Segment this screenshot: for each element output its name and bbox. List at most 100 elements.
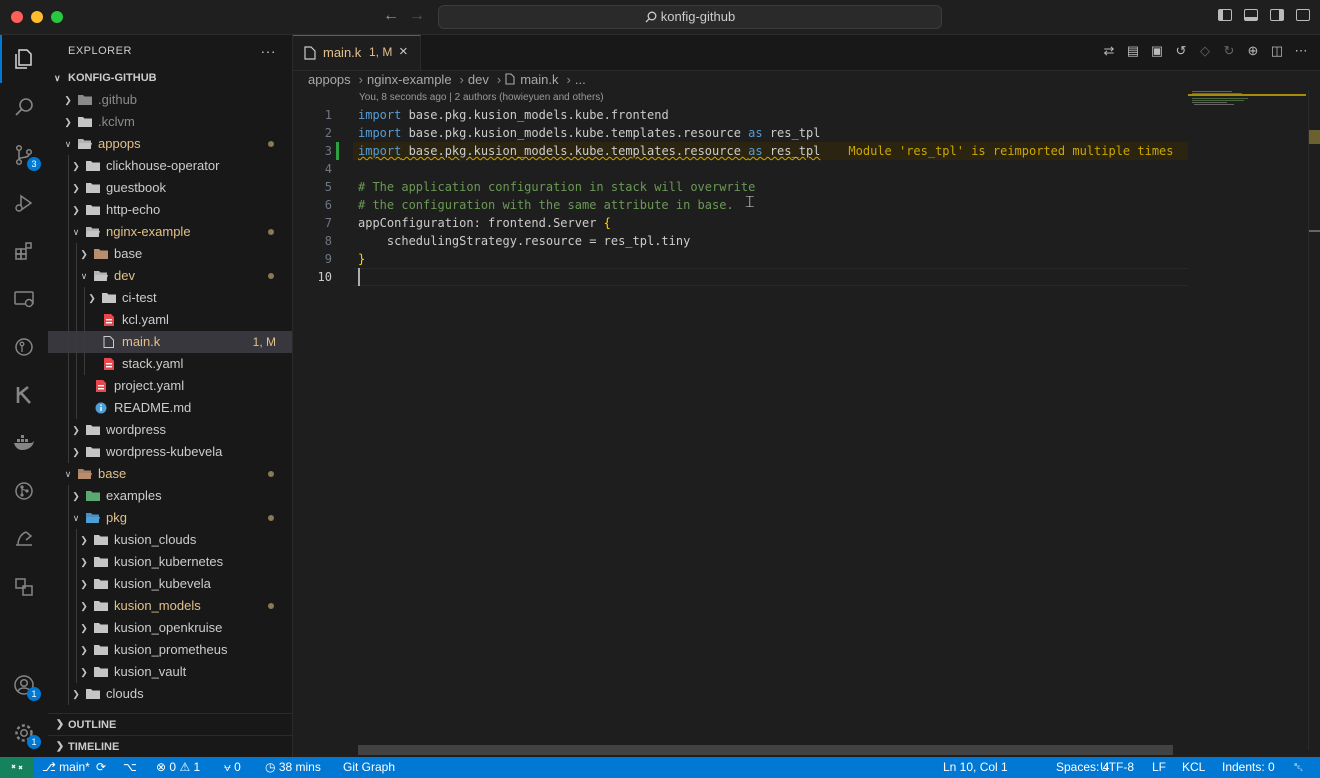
outline-section[interactable]: ❯ OUTLINE — [48, 713, 292, 736]
explorer-icon[interactable] — [0, 35, 48, 83]
tree-folder[interactable]: ❯ kusion_models — [48, 595, 292, 617]
open-preview-icon[interactable]: ▣ — [1150, 44, 1164, 58]
ports-status[interactable]: ⩝ 0 — [224, 757, 241, 778]
search-icon[interactable] — [0, 83, 48, 131]
tree-file[interactable]: project.yaml — [48, 375, 292, 397]
gitlens-inspect-icon[interactable]: ⊕ — [1246, 44, 1260, 58]
problems-status[interactable]: ⊗ 0 ⚠ 1 — [156, 757, 200, 778]
gitlens-icon[interactable] — [0, 323, 48, 371]
git-graph-icon[interactable] — [0, 467, 48, 515]
more-actions-button[interactable]: ··· — [261, 35, 277, 67]
language-mode-status[interactable]: KCL — [1182, 757, 1205, 778]
code-line: import base.pkg.kusion_models.kube.templ… — [358, 142, 1174, 160]
next-change-icon[interactable]: ↻ — [1222, 44, 1236, 58]
toggle-primary-sidebar-icon[interactable] — [1218, 9, 1232, 21]
source-control-icon[interactable]: 3 — [0, 131, 48, 179]
remote-indicator-button[interactable] — [0, 757, 34, 778]
open-changes-icon[interactable]: ▤ — [1126, 44, 1140, 58]
tree-folder[interactable]: ∨ pkg — [48, 507, 292, 529]
tree-folder[interactable]: ❯ kusion_kubernetes — [48, 551, 292, 573]
eol-status[interactable]: LF — [1152, 757, 1166, 778]
tree-folder[interactable]: ❯ examples — [48, 485, 292, 507]
tree-folder[interactable]: ∨ appops — [48, 133, 292, 155]
toggle-panel-icon[interactable] — [1244, 9, 1258, 21]
maximize-window-button[interactable] — [51, 11, 63, 23]
tree-folder[interactable]: ∨ nginx-example — [48, 221, 292, 243]
toggle-secondary-sidebar-icon[interactable] — [1270, 9, 1284, 21]
vertical-scrollbar[interactable] — [1308, 90, 1320, 750]
tree-file[interactable]: main.k 1, M — [48, 331, 292, 353]
git-commit-icon[interactable]: ◇ — [1198, 44, 1212, 58]
minimize-window-button[interactable] — [31, 11, 43, 23]
forward-arrow-icon[interactable]: → — [409, 7, 425, 25]
tree-folder[interactable]: ❯ .kclvm — [48, 111, 292, 133]
tree-folder[interactable]: ❯ clickhouse-operator — [48, 155, 292, 177]
accounts-icon[interactable]: 1 — [0, 661, 48, 709]
tree-folder[interactable]: ❯ wordpress-kubevela — [48, 441, 292, 463]
cursor-position-status[interactable]: Ln 10, Col 1 — [943, 757, 1008, 778]
tree-folder[interactable]: ❯ kusion_clouds — [48, 529, 292, 551]
chevron-right-icon: ❯ — [88, 293, 96, 303]
tree-item-label: examples — [106, 488, 162, 503]
split-editor-icon[interactable]: ◫ — [1270, 44, 1284, 58]
tree-folder[interactable]: ❯ base — [48, 243, 292, 265]
session-time-status[interactable]: ◷ 38 mins — [265, 757, 321, 778]
folder-icon — [94, 249, 108, 259]
tree-folder[interactable]: ❯ ci-test — [48, 287, 292, 309]
extensions-icon[interactable] — [0, 227, 48, 275]
horizontal-scrollbar[interactable] — [358, 745, 1173, 755]
more-icon[interactable]: ⋯ — [1294, 44, 1308, 58]
breadcrumb-item[interactable]: ... — [575, 72, 586, 87]
remote-explorer-icon[interactable] — [0, 275, 48, 323]
docker-icon[interactable] — [0, 419, 48, 467]
tree-folder[interactable]: ❯ guestbook — [48, 177, 292, 199]
tree-folder[interactable]: ❯ kusion_prometheus — [48, 639, 292, 661]
encoding-status[interactable]: UTF-8 — [1100, 757, 1134, 778]
workspace-root[interactable]: ∨ KONFIG-GITHUB — [48, 67, 292, 89]
tree-folder[interactable]: ❯ kusion_openkruise — [48, 617, 292, 639]
compare-changes-icon[interactable]: ⇄ — [1102, 44, 1116, 58]
tree-folder[interactable]: ❯ wordpress — [48, 419, 292, 441]
close-tab-button[interactable]: × — [399, 43, 408, 60]
gear-icon[interactable]: 1 — [0, 709, 48, 757]
breadcrumb-item[interactable]: main.k — [520, 72, 558, 87]
tree-folder[interactable]: ❯ kusion_kubevela — [48, 573, 292, 595]
bell-icon[interactable]: ␇ — [1294, 757, 1304, 778]
git-pr-icon[interactable]: ⌥ — [123, 757, 137, 778]
folder-icon — [94, 645, 108, 655]
git-blame-codelens[interactable]: You, 8 seconds ago | 2 authors (howieyue… — [359, 92, 604, 103]
command-center[interactable]: konfig-github — [438, 5, 942, 29]
tree-folder[interactable]: ❯ .github — [48, 89, 292, 111]
indent-guide — [68, 309, 69, 331]
tree-file[interactable]: kcl.yaml — [48, 309, 292, 331]
chevron-right-icon: ❯ — [64, 117, 72, 127]
warning-squiggle[interactable]: import base.pkg.kusion_models.kube.templ… — [358, 144, 820, 158]
indents-status[interactable]: Indents: 0 — [1222, 757, 1275, 778]
timeline-section[interactable]: ❯ TIMELINE — [48, 735, 292, 758]
breadcrumb-item[interactable]: nginx-example — [367, 72, 452, 87]
tree-folder[interactable]: ❯ clouds — [48, 683, 292, 705]
customize-layout-icon[interactable] — [1296, 9, 1310, 21]
tree-item-label: kusion_kubernetes — [114, 554, 224, 569]
tree-file[interactable]: stack.yaml — [48, 353, 292, 375]
containers-icon[interactable] — [0, 563, 48, 611]
close-window-button[interactable] — [11, 11, 23, 23]
branch-status[interactable]: ⎇ main* — [42, 757, 90, 778]
breadcrumb-item[interactable]: appops — [308, 72, 351, 87]
timeline-icon[interactable] — [0, 515, 48, 563]
tree-folder[interactable]: ❯ kusion_vault — [48, 661, 292, 683]
sync-icon[interactable]: ⟳ — [96, 757, 106, 778]
tree-folder[interactable]: ❯ http-echo — [48, 199, 292, 221]
minimap[interactable] — [1188, 90, 1306, 750]
kcl-icon[interactable] — [0, 371, 48, 419]
tree-folder[interactable]: ∨ dev — [48, 265, 292, 287]
previous-change-icon[interactable]: ↺ — [1174, 44, 1188, 58]
back-arrow-icon[interactable]: ← — [383, 7, 399, 25]
tab-main-k[interactable]: main.k 1, M × — [293, 35, 421, 70]
git-graph-button[interactable]: Git Graph — [343, 757, 395, 778]
tree-file[interactable]: README.md — [48, 397, 292, 419]
run-debug-icon[interactable] — [0, 179, 48, 227]
tree-folder[interactable]: ∨ base — [48, 463, 292, 485]
breadcrumb-item[interactable]: dev — [468, 72, 489, 87]
code-editor[interactable]: 1 2 3 4 5 6 7 8 9 10 import base.pkg.kus… — [293, 105, 1307, 745]
